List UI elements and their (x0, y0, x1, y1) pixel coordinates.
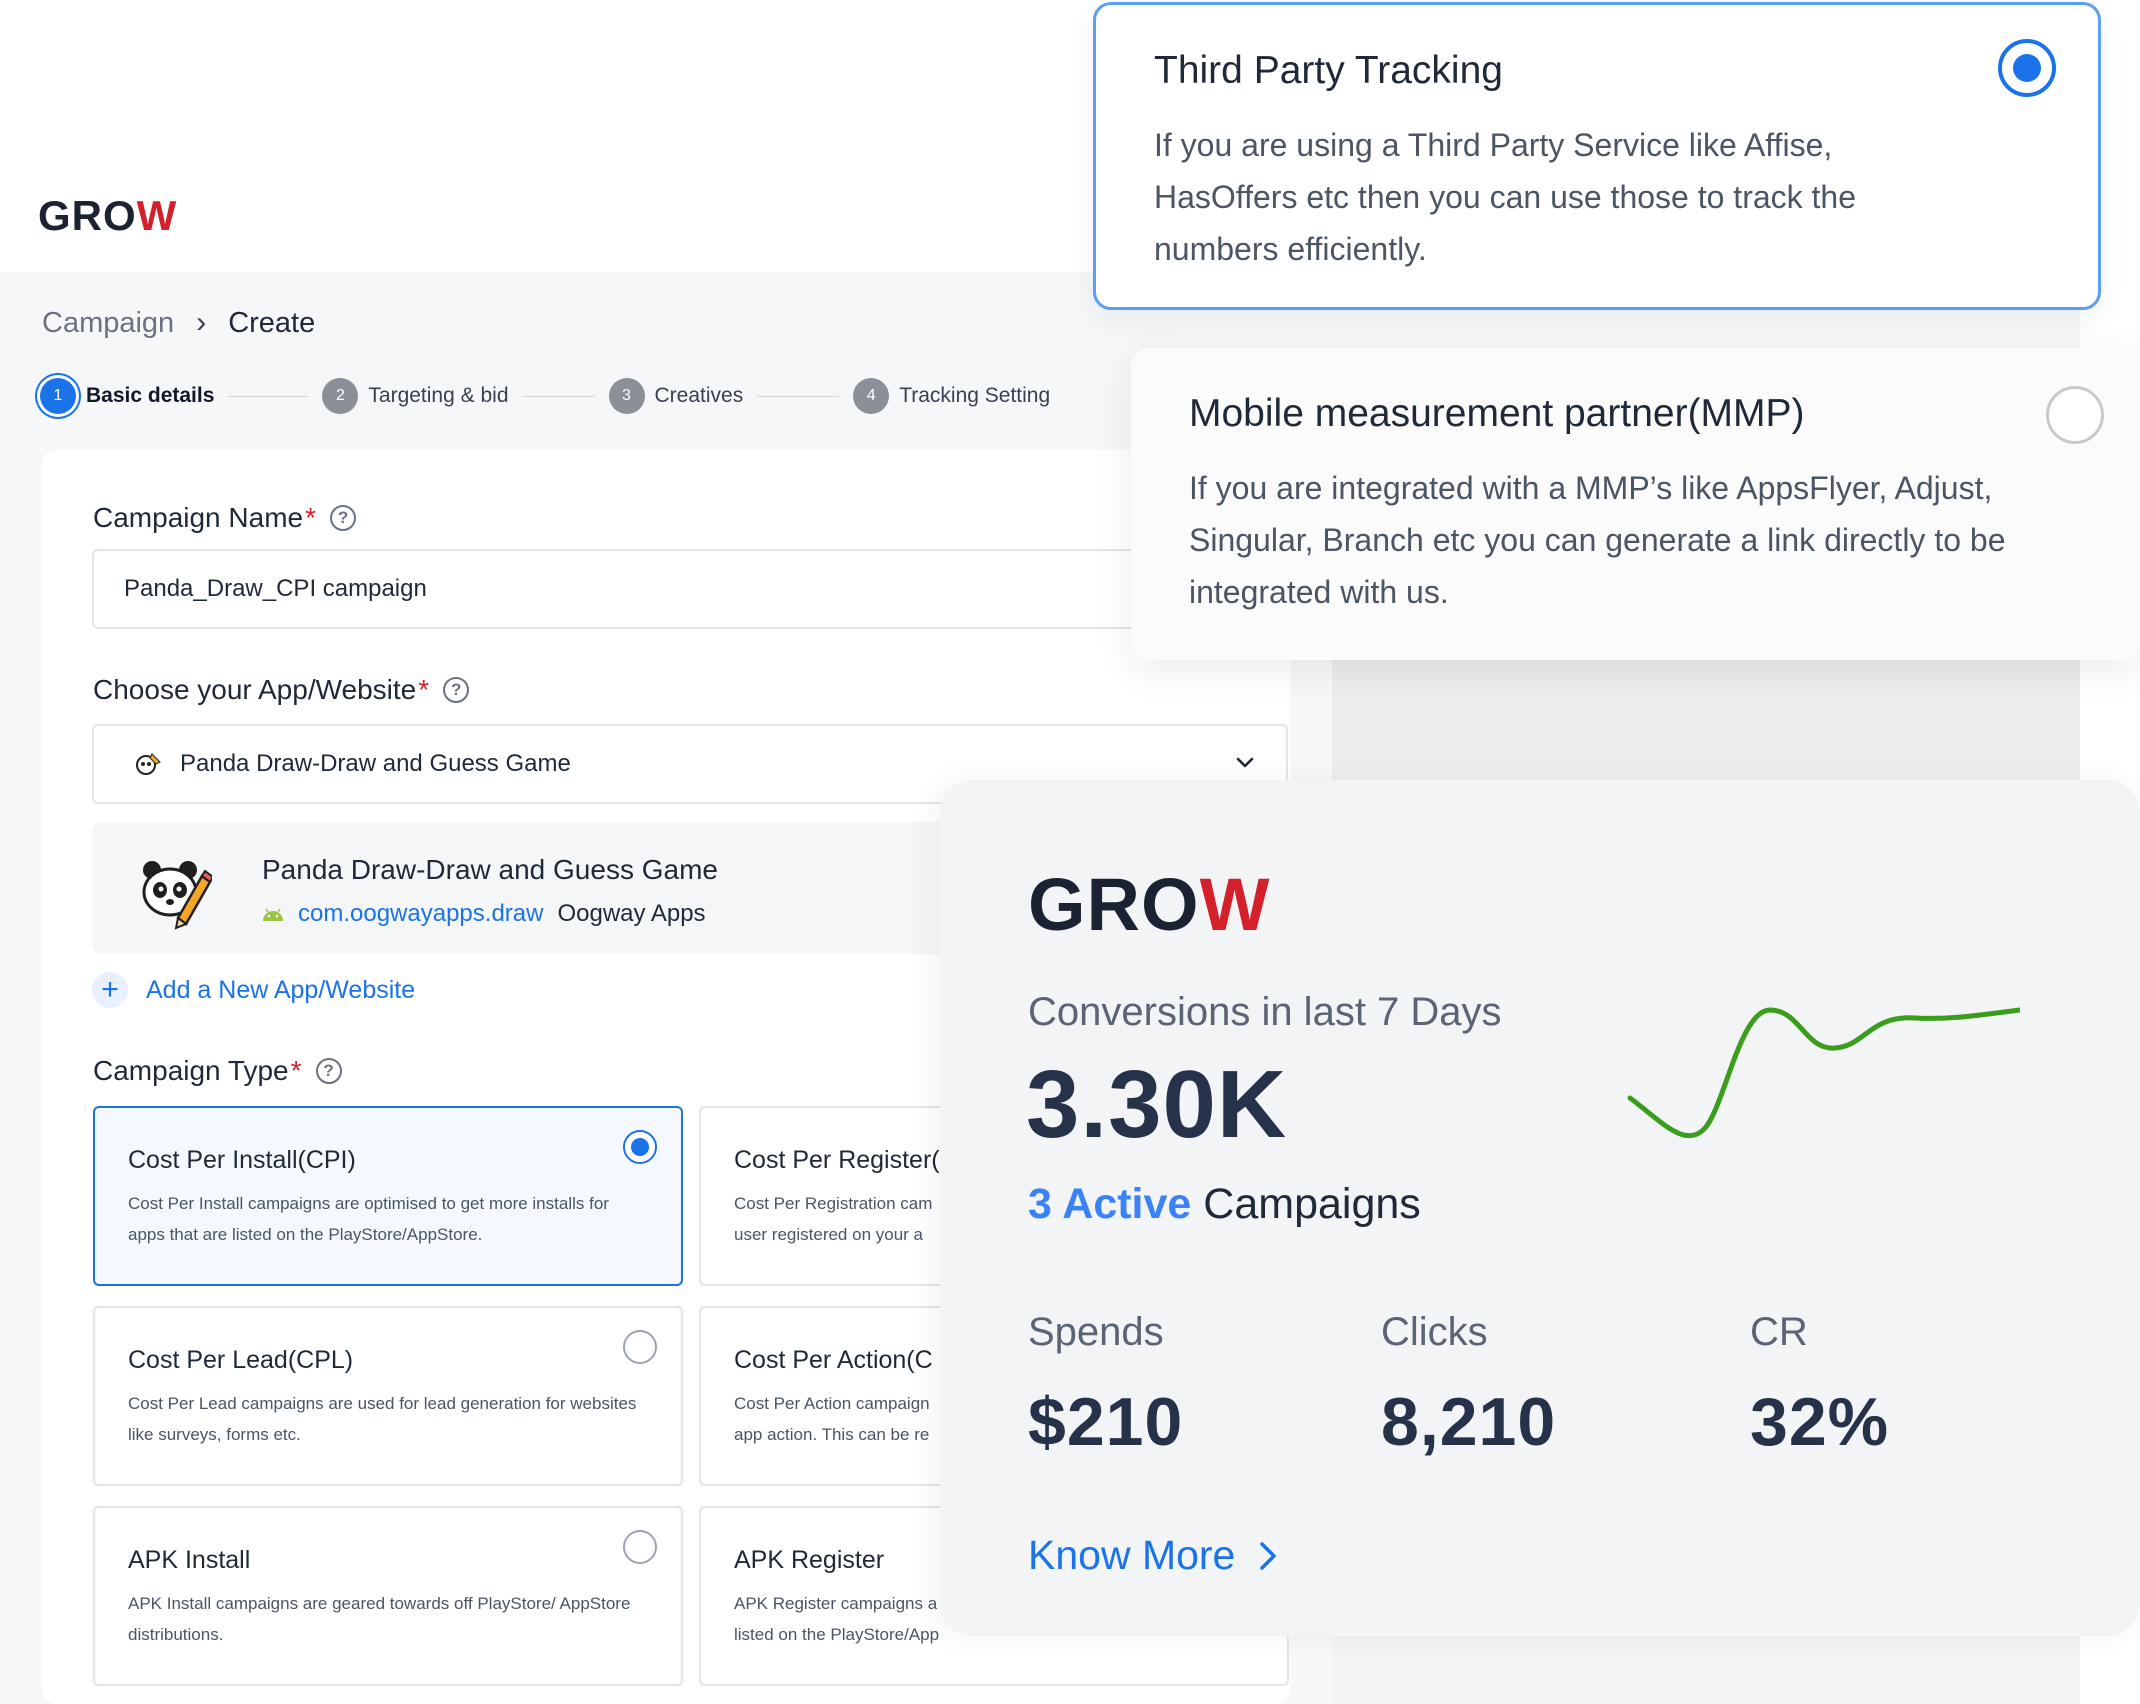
progress-stepper: 1 Basic details 2 Targeting & bid 3 Crea… (40, 378, 1050, 414)
campaign-name-input[interactable] (92, 549, 1288, 629)
step-label: Tracking Setting (899, 384, 1051, 407)
option-title: Mobile measurement partner(MMP) (1189, 392, 1805, 435)
stat-value: 8,210 (1381, 1384, 1557, 1460)
radio-button[interactable] (623, 1330, 657, 1364)
cr-stat: CR 32% (1750, 1310, 1889, 1461)
stat-label: Clicks (1381, 1310, 1488, 1354)
step-number: 1 (40, 378, 76, 414)
sparkline-path (1627, 1007, 2020, 1139)
breadcrumb-current: Create (228, 306, 316, 339)
breadcrumb-campaign-link[interactable]: Campaign (42, 307, 174, 340)
app-select-label: Choose your App/Website * ? (93, 674, 470, 706)
grow-logo-large: GROW (1028, 862, 1270, 947)
option-title: APK Register (734, 1546, 885, 1574)
step-connector (522, 395, 595, 397)
radio-button[interactable] (2046, 386, 2104, 444)
chevron-right-icon: › (196, 306, 207, 339)
step-label: Creatives (654, 384, 744, 407)
app-mini-icon (134, 750, 162, 778)
step-basic-details[interactable]: 1 Basic details (40, 378, 214, 414)
conversions-label: Conversions in last 7 Days (1028, 990, 1502, 1034)
know-more-link[interactable]: Know More (1028, 1532, 1279, 1579)
campaign-type-cpi[interactable]: Cost Per Install(CPI) Cost Per Install c… (93, 1106, 683, 1286)
option-title: Cost Per Lead(CPL) (128, 1346, 354, 1374)
option-description: APK Install campaigns are geared towards… (128, 1594, 631, 1644)
required-asterisk: * (305, 502, 317, 533)
app-package-link[interactable]: com.oogwayapps.draw (298, 900, 543, 928)
label-text: Campaign Type (93, 1055, 289, 1086)
required-asterisk: * (418, 674, 430, 705)
add-new-app-button[interactable]: + Add a New App/Website (92, 972, 415, 1008)
mmp-tracking-option[interactable]: Mobile measurement partner(MMP) If you a… (1131, 348, 2140, 660)
app-developer: Oogway Apps (557, 900, 706, 927)
option-description: Cost Per Registration cam user registere… (734, 1194, 933, 1244)
step-connector (228, 395, 309, 397)
know-more-label: Know More (1028, 1532, 1236, 1578)
stat-label: Spends (1028, 1310, 1164, 1354)
option-title: Cost Per Action(C (734, 1346, 933, 1374)
conversions-sparkline (1627, 1007, 2020, 1139)
logo-accent: W (1199, 863, 1271, 946)
help-icon[interactable]: ? (443, 677, 470, 703)
radio-button[interactable] (623, 1130, 657, 1164)
step-label: Targeting & bid (368, 384, 509, 407)
add-new-app-label: Add a New App/Website (146, 975, 416, 1004)
option-title: Cost Per Register( (734, 1146, 940, 1174)
label-text: Choose your App/Website (93, 674, 417, 705)
step-number: 3 (608, 378, 645, 414)
spends-stat: Spends $210 (1028, 1310, 1183, 1461)
step-number: 4 (853, 378, 890, 414)
conversion-stats-card: GROW Conversions in last 7 Days 3.30K 3 … (940, 780, 2140, 1636)
option-description: If you are integrated with a MMP’s like … (1189, 470, 2006, 610)
app-meta: com.oogwayapps.draw Oogway Apps (262, 900, 706, 928)
breadcrumb: Campaign › Create (42, 306, 315, 340)
logo-text: GRO (38, 192, 137, 239)
step-creatives[interactable]: 3 Creatives (608, 378, 744, 414)
third-party-tracking-option[interactable]: Third Party Tracking If you are using a … (1093, 2, 2101, 310)
stat-label: CR (1750, 1310, 1808, 1354)
android-icon (262, 900, 284, 928)
option-title: Cost Per Install(CPI) (128, 1146, 356, 1174)
panda-app-icon (132, 852, 215, 932)
required-asterisk: * (290, 1055, 302, 1086)
stat-value: 32% (1750, 1384, 1890, 1460)
option-description: APK Register campaigns a listed on the P… (734, 1594, 940, 1644)
step-number: 2 (322, 378, 359, 414)
grow-logo[interactable]: GROW (38, 192, 177, 240)
step-label: Basic details (86, 384, 215, 407)
plus-icon: + (92, 972, 128, 1008)
help-icon[interactable]: ? (315, 1058, 342, 1084)
app-title: Panda Draw-Draw and Guess Game (262, 854, 718, 885)
step-targeting-bid[interactable]: 2 Targeting & bid (322, 378, 509, 414)
logo-accent: W (136, 192, 178, 239)
option-description: Cost Per Lead campaigns are used for lea… (128, 1394, 637, 1444)
stat-value: $210 (1028, 1384, 1184, 1460)
chevron-down-icon (1234, 752, 1256, 774)
option-title: APK Install (128, 1546, 251, 1574)
top-bar: GROW (0, 0, 1120, 272)
option-title: Third Party Tracking (1154, 49, 1503, 92)
radio-button[interactable] (623, 1530, 657, 1564)
active-campaigns: 3 Active Campaigns (1028, 1180, 1421, 1229)
active-suffix: Campaigns (1191, 1180, 1421, 1228)
active-count: 3 Active (1028, 1180, 1192, 1228)
radio-button-selected[interactable] (1998, 39, 2056, 97)
step-tracking-setting[interactable]: 4 Tracking Setting (853, 378, 1050, 414)
conversions-value: 3.30K (1026, 1051, 1288, 1158)
label-text: Campaign Name (93, 502, 304, 533)
option-description: Cost Per Install campaigns are optimised… (128, 1194, 609, 1244)
selected-app-text: Panda Draw-Draw and Guess Game (180, 750, 571, 777)
option-description: If you are using a Third Party Service l… (1154, 127, 1857, 267)
help-icon[interactable]: ? (330, 505, 357, 531)
clicks-stat: Clicks 8,210 (1381, 1310, 1556, 1461)
campaign-type-label: Campaign Type * ? (93, 1055, 342, 1087)
logo-text: GRO (1028, 863, 1200, 946)
campaign-type-cpl[interactable]: Cost Per Lead(CPL) Cost Per Lead campaig… (93, 1306, 683, 1486)
step-connector (757, 395, 840, 397)
campaign-name-label: Campaign Name * ? (93, 502, 357, 534)
campaign-type-apk-install[interactable]: APK Install APK Install campaigns are ge… (93, 1506, 683, 1686)
chevron-right-icon (1260, 1541, 1277, 1570)
option-description: Cost Per Action campaign app action. Thi… (734, 1394, 930, 1444)
